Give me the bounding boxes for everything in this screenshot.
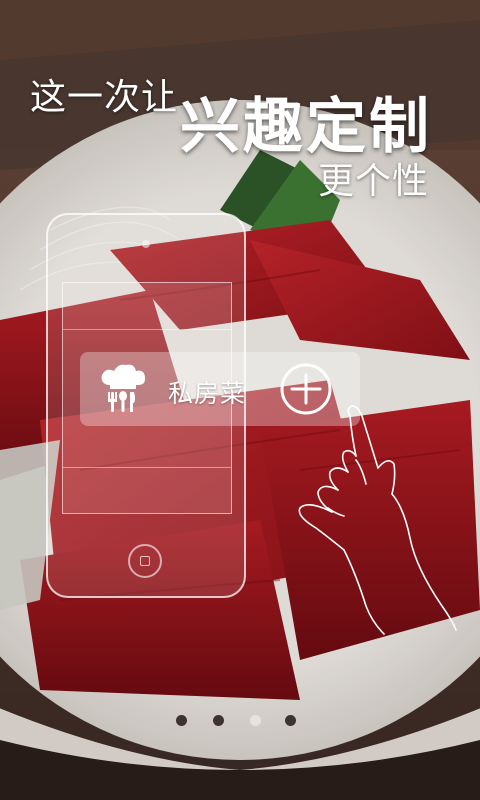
phone-home-button xyxy=(128,544,162,578)
headline-line1-prefix: 这一次让 xyxy=(30,77,179,118)
pager-dot-4[interactable] xyxy=(285,715,296,726)
tag-label: 私房菜 xyxy=(168,379,247,408)
screen-divider xyxy=(63,329,231,330)
pager-dot-2[interactable] xyxy=(213,715,224,726)
page-indicator xyxy=(176,714,304,728)
screen-divider xyxy=(63,467,231,468)
pointing-hand-icon xyxy=(298,405,457,635)
pager-dot-1[interactable] xyxy=(176,715,187,726)
headline-line2: 更个性 xyxy=(318,161,430,202)
headline: 这一次让 兴趣定制 更个性 xyxy=(0,0,480,202)
chef-hat-utensils-icon xyxy=(101,364,146,412)
phone-speaker xyxy=(142,240,150,248)
pager-dot-3[interactable] xyxy=(250,715,261,726)
